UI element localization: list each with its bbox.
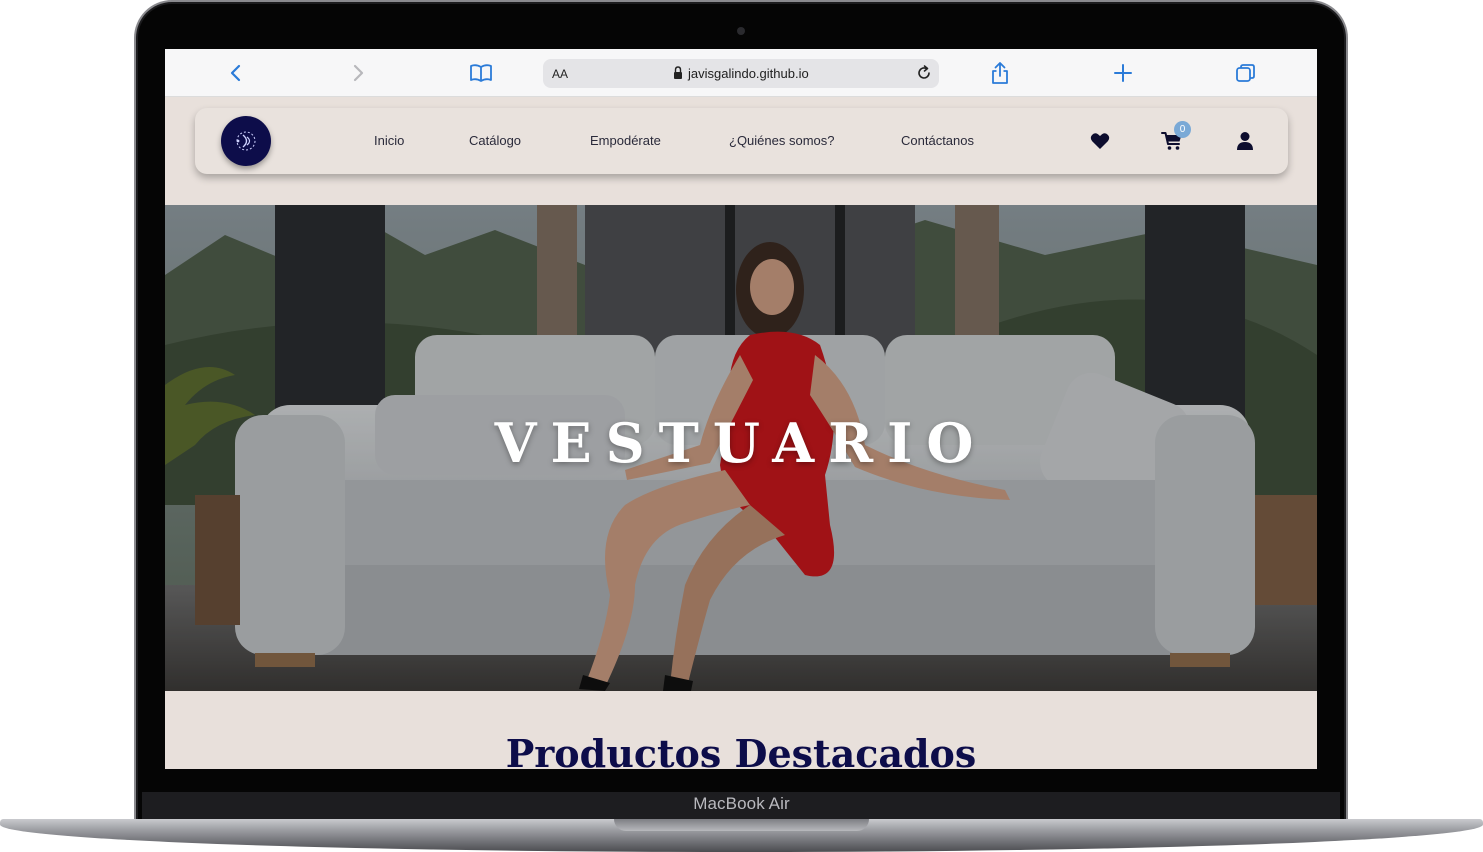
share-icon[interactable] xyxy=(988,61,1012,85)
laptop-base-notch xyxy=(614,819,869,831)
address-bar[interactable]: AA javisgalindo.github.io xyxy=(543,59,939,88)
cart-count-badge: 0 xyxy=(1174,121,1191,138)
browser-toolbar: AA javisgalindo.github.io xyxy=(165,49,1317,97)
bookmarks-icon[interactable] xyxy=(469,61,493,85)
hero-title: VESTUARIO xyxy=(494,411,988,475)
camera-icon xyxy=(737,27,745,35)
new-tab-icon[interactable] xyxy=(1111,61,1135,85)
featured-products-title: Productos Destacados xyxy=(505,731,977,769)
reload-icon[interactable] xyxy=(915,64,933,82)
screen: AA javisgalindo.github.io Inicio Catálog… xyxy=(165,49,1317,769)
user-icon[interactable] xyxy=(1234,130,1256,152)
back-icon[interactable] xyxy=(224,61,248,85)
device-label: MacBook Air xyxy=(693,794,790,813)
lock-icon xyxy=(674,66,682,79)
reader-aa-button[interactable]: AA xyxy=(552,67,568,81)
heart-icon[interactable] xyxy=(1089,130,1111,152)
nav-link-catalogo[interactable]: Catálogo xyxy=(469,133,521,148)
logo-icon[interactable] xyxy=(221,116,271,166)
hero-banner: VESTUARIO xyxy=(165,205,1317,691)
nav-link-contactanos[interactable]: Contáctanos xyxy=(901,133,974,148)
url-text: javisgalindo.github.io xyxy=(688,66,809,81)
forward-icon[interactable] xyxy=(346,61,370,85)
nav-link-empoderate[interactable]: Empodérate xyxy=(590,133,661,148)
nav-link-inicio[interactable]: Inicio xyxy=(374,133,404,148)
site-navbar: Inicio Catálogo Empodérate ¿Quiénes somo… xyxy=(195,108,1288,174)
tabs-icon[interactable] xyxy=(1234,61,1258,85)
nav-link-quienes-somos[interactable]: ¿Quiénes somos? xyxy=(729,133,835,148)
